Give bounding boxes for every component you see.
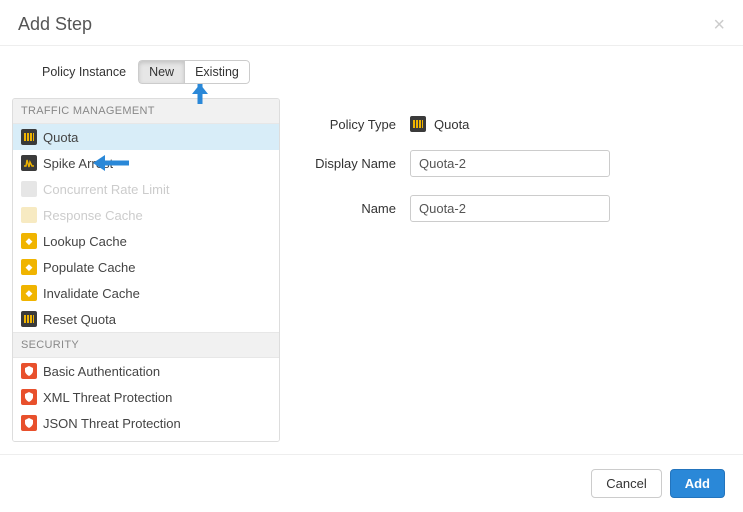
instance-existing-button[interactable]: Existing <box>184 60 250 84</box>
policy-item-regex-protection[interactable]: Regular Expression Protection <box>13 436 279 442</box>
policy-item-lookup-cache[interactable]: ◆ Lookup Cache <box>13 228 279 254</box>
display-name-input[interactable] <box>410 150 610 177</box>
policy-label: Populate Cache <box>43 260 136 275</box>
policy-label: Response Cache <box>43 208 143 223</box>
dialog-title: Add Step <box>18 14 92 35</box>
name-label: Name <box>298 201 410 216</box>
category-traffic-header: TRAFFIC MANAGEMENT <box>13 99 279 124</box>
policy-label: Reset Quota <box>43 312 116 327</box>
dialog-header: Add Step × <box>0 0 743 46</box>
quota-icon <box>410 116 426 132</box>
policy-item-basic-auth[interactable]: Basic Authentication <box>13 358 279 384</box>
json-threat-icon <box>21 415 37 431</box>
dialog-footer: Cancel Add <box>0 454 743 512</box>
close-icon[interactable]: × <box>713 15 725 35</box>
cancel-button[interactable]: Cancel <box>591 469 661 498</box>
name-input[interactable] <box>410 195 610 222</box>
policy-label: Invalidate Cache <box>43 286 140 301</box>
policy-label: JSON Threat Protection <box>43 416 181 431</box>
add-step-dialog: Add Step × Policy Instance New Existing … <box>0 0 743 512</box>
arrow-annotation-icon <box>91 154 129 172</box>
policy-item-quota[interactable]: Quota <box>13 124 279 150</box>
policy-label: XML Threat Protection <box>43 390 172 405</box>
dialog-body: TRAFFIC MANAGEMENT Quota Spike Arrest <box>0 98 743 454</box>
policy-label: Quota <box>43 130 78 145</box>
policy-item-concurrent-rate-limit: Concurrent Rate Limit <box>13 176 279 202</box>
concurrent-rate-limit-icon <box>21 181 37 197</box>
populate-cache-icon: ◆ <box>21 259 37 275</box>
reset-quota-icon <box>21 311 37 327</box>
policy-item-invalidate-cache[interactable]: ◆ Invalidate Cache <box>13 280 279 306</box>
policy-item-json-threat[interactable]: JSON Threat Protection <box>13 410 279 436</box>
policy-details-panel: Policy Type Quota Display Name Name <box>298 98 731 442</box>
policy-item-populate-cache[interactable]: ◆ Populate Cache <box>13 254 279 280</box>
invalidate-cache-icon: ◆ <box>21 285 37 301</box>
policy-type-label: Policy Type <box>298 117 410 132</box>
policy-item-xml-threat[interactable]: XML Threat Protection <box>13 384 279 410</box>
lookup-cache-icon: ◆ <box>21 233 37 249</box>
arrow-annotation-icon <box>190 82 210 108</box>
policy-instance-label: Policy Instance <box>42 65 126 79</box>
add-button[interactable]: Add <box>670 469 725 498</box>
display-name-label: Display Name <box>298 156 410 171</box>
policy-type-value: Quota <box>434 117 469 132</box>
instance-new-button[interactable]: New <box>138 60 184 84</box>
policy-item-spike-arrest[interactable]: Spike Arrest <box>13 150 279 176</box>
policy-label: Concurrent Rate Limit <box>43 182 169 197</box>
category-security-header: SECURITY <box>13 332 279 358</box>
policy-instance-row: Policy Instance New Existing <box>0 46 743 98</box>
policy-type-value-wrap: Quota <box>410 116 469 132</box>
response-cache-icon <box>21 207 37 223</box>
spike-arrest-icon <box>21 155 37 171</box>
name-row: Name <box>298 195 713 222</box>
policy-label: Lookup Cache <box>43 234 127 249</box>
basic-auth-icon <box>21 363 37 379</box>
policy-label: Basic Authentication <box>43 364 160 379</box>
policy-label: Regular Expression Protection <box>43 442 219 443</box>
policy-list[interactable]: TRAFFIC MANAGEMENT Quota Spike Arrest <box>12 98 280 442</box>
policy-item-reset-quota[interactable]: Reset Quota <box>13 306 279 332</box>
policy-type-row: Policy Type Quota <box>298 116 713 132</box>
regex-protection-icon <box>21 441 37 442</box>
instance-toggle-group: New Existing <box>138 60 250 84</box>
quota-icon <box>21 129 37 145</box>
xml-threat-icon <box>21 389 37 405</box>
policy-item-response-cache: Response Cache <box>13 202 279 228</box>
display-name-row: Display Name <box>298 150 713 177</box>
